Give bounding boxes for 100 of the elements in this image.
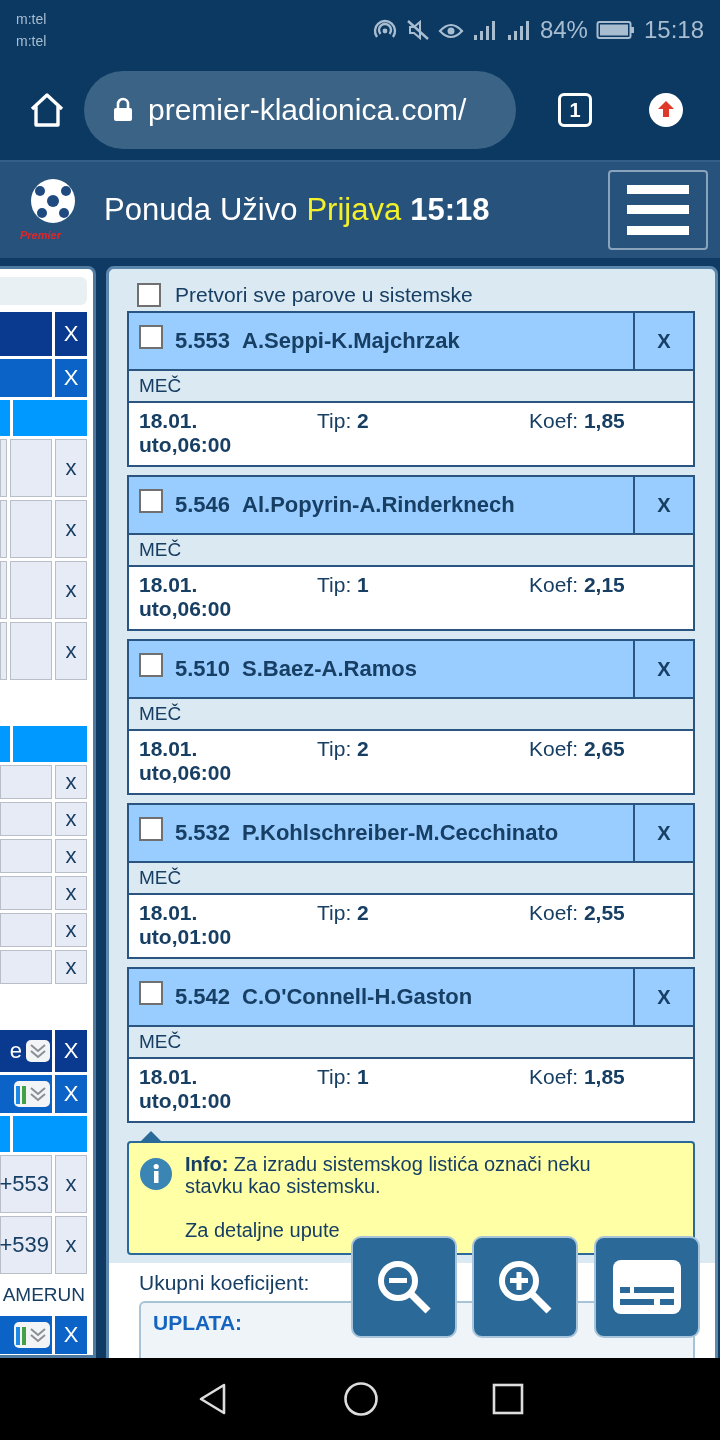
menu-button[interactable] [608, 170, 708, 250]
match-date: 18.01. [139, 409, 199, 433]
table-cell [10, 500, 52, 558]
checkbox-label: Pretvori sve parove u sistemske [175, 283, 473, 307]
remove-button[interactable]: x [55, 1216, 87, 1274]
tip-value: 2 [357, 737, 369, 760]
checkbox[interactable] [137, 283, 161, 307]
battery-icon [595, 19, 636, 41]
checkbox[interactable] [139, 817, 163, 841]
nav-link[interactable]: Uživo [219, 192, 298, 228]
remove-button[interactable]: x [55, 950, 87, 984]
market-label: MEČ [129, 861, 693, 895]
table-cell: e [0, 1030, 52, 1072]
checkbox[interactable] [139, 325, 163, 349]
row-bar [0, 622, 7, 680]
event-code: 5.532 [175, 820, 231, 846]
home-icon[interactable] [28, 91, 66, 129]
market-label: MEČ [129, 697, 693, 731]
zoom-out-button[interactable] [351, 1236, 457, 1338]
odds-label: Koef: [529, 409, 579, 432]
row-bar [0, 950, 52, 984]
odds-label: Koef: [529, 1065, 579, 1088]
odds-label: Koef: [529, 573, 579, 596]
odds-label: Koef: [529, 737, 579, 760]
chevron-icon [28, 1086, 48, 1102]
carrier-name: m:tel [16, 32, 47, 51]
row-bar [0, 500, 7, 558]
event-code: 5.510 [175, 656, 231, 682]
row-bar [0, 876, 52, 910]
home-icon[interactable] [343, 1381, 379, 1417]
match-name: S.Baez-A.Ramos [242, 656, 417, 682]
bars-icon [16, 1325, 28, 1345]
battery-percent: 84% [539, 16, 588, 44]
remove-button[interactable]: x [55, 500, 87, 558]
match-time: uto,01:00 [139, 1089, 233, 1113]
checkbox[interactable] [139, 489, 163, 513]
market-label: MEČ [129, 533, 693, 567]
header-cell [0, 400, 10, 436]
market-label: MEČ [129, 369, 693, 403]
match-time: uto,06:00 [139, 597, 233, 621]
tip-label: Tip: [317, 573, 352, 596]
odds-value: 2,15 [583, 573, 625, 596]
remove-button[interactable]: x [55, 622, 87, 680]
remove-button[interactable]: x [55, 913, 87, 947]
remove-button[interactable]: x [55, 802, 87, 836]
upload-icon[interactable] [648, 92, 684, 128]
table-cell [10, 561, 52, 619]
remove-button[interactable]: x [55, 876, 87, 910]
row-bar [0, 839, 52, 873]
remove-button[interactable]: X [55, 359, 87, 397]
address-bar[interactable]: premier-kladionica.com/ [84, 71, 516, 149]
nav-link[interactable]: Prijava [306, 192, 402, 228]
recents-icon[interactable] [491, 1383, 524, 1415]
market-label: MEČ [129, 1025, 693, 1059]
remove-button[interactable]: x [55, 561, 87, 619]
tab-count[interactable]: 1 [558, 93, 592, 127]
match-date: 18.01. [139, 573, 199, 597]
chevron-icon [28, 1043, 48, 1059]
remove-button[interactable]: x [55, 839, 87, 873]
checkbox[interactable] [139, 981, 163, 1005]
match-time: uto,06:00 [139, 433, 233, 457]
remove-button[interactable]: x [55, 1155, 87, 1213]
odds-value: 1,85 [583, 409, 625, 432]
tip-value: 2 [357, 409, 369, 432]
match-time: uto,01:00 [139, 925, 233, 949]
match-date: 18.01. [139, 1065, 199, 1089]
remove-button[interactable]: X [55, 1075, 87, 1113]
match-date: 18.01. [139, 901, 199, 925]
tip-value: 1 [357, 1065, 369, 1088]
tip-label: Tip: [317, 901, 352, 924]
keyboard-button[interactable] [594, 1236, 700, 1338]
checkbox[interactable] [139, 653, 163, 677]
url-text: premier-kladionica.com/ [148, 93, 467, 127]
info-icon [139, 1157, 173, 1191]
remove-button[interactable]: X [55, 1030, 87, 1072]
remove-button[interactable]: X [55, 312, 87, 356]
chevron-icon [28, 1327, 48, 1343]
table-cell: +553 [0, 1155, 52, 1213]
match-name: Al.Popyrin-A.Rinderknech [242, 492, 515, 518]
row-bar [0, 312, 52, 356]
tip-label: Tip: [317, 1065, 352, 1088]
signal-icon [471, 19, 498, 41]
nav-link[interactable]: Ponuda [104, 192, 211, 228]
clock: 15:18 [643, 16, 704, 44]
lock-icon [112, 97, 134, 123]
menu-icon [627, 185, 689, 235]
table-cell [10, 622, 52, 680]
row-bar [0, 765, 52, 799]
dropdown[interactable] [26, 1040, 50, 1062]
match-time: uto,06:00 [139, 761, 233, 785]
header-cell [0, 1116, 10, 1152]
total-odds-label: Ukupni koeficijent: [139, 1271, 311, 1295]
zoom-in-button[interactable] [472, 1236, 578, 1338]
tip-label: Tip: [317, 737, 352, 760]
remove-button[interactable]: x [55, 765, 87, 799]
row-bar [0, 561, 7, 619]
row-bar [0, 913, 52, 947]
remove-button[interactable]: X [55, 1316, 87, 1354]
remove-button[interactable]: x [55, 439, 87, 497]
row-bar [0, 359, 52, 397]
